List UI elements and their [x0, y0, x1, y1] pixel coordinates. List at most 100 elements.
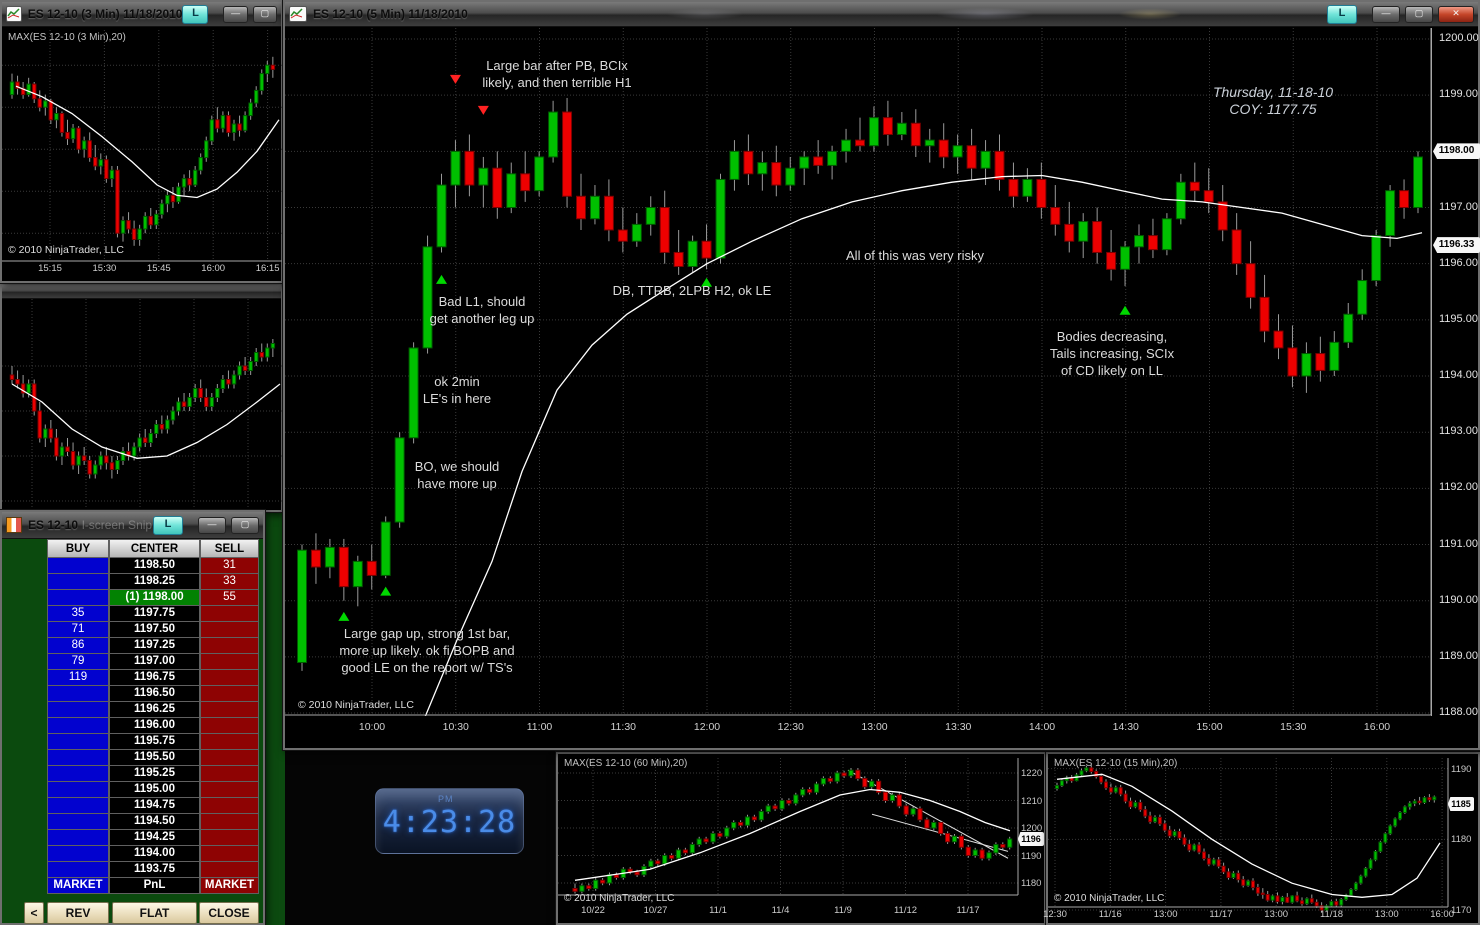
close-position-button[interactable]: CLOSE — [199, 902, 259, 924]
dom-buy-cell[interactable] — [47, 782, 109, 798]
titlebar[interactable]: ES 12-10 (5 Min) 11/18/2010 L — ▢ ✕ — [285, 2, 1478, 27]
last-price-tag: 1196.33 — [1433, 237, 1480, 253]
dom-buy-cell[interactable] — [47, 750, 109, 766]
time-label: 13:00 — [1148, 909, 1184, 920]
dom-sell-cell[interactable] — [200, 830, 259, 846]
chart-canvas[interactable] — [2, 28, 285, 262]
price-label: 1195.00 — [1439, 313, 1478, 325]
dom-buy-cell[interactable] — [47, 830, 109, 846]
time-label: 10/22 — [575, 905, 611, 916]
dom-sell-cell[interactable] — [200, 654, 259, 670]
link-button[interactable]: L — [153, 516, 183, 535]
dom-sell-cell[interactable] — [200, 622, 259, 638]
dom-sell-cell[interactable] — [200, 862, 259, 878]
moving-average-line — [575, 790, 1010, 881]
dom-sell-cell[interactable] — [200, 846, 259, 862]
dom-sell-cell[interactable] — [200, 670, 259, 686]
time-label: 15:45 — [141, 263, 177, 274]
maximize-button[interactable]: ▢ — [231, 517, 259, 534]
dom-sell-cell[interactable] — [200, 798, 259, 814]
dom-sell-cell[interactable] — [200, 782, 259, 798]
dom-buy-cell[interactable]: 71 — [47, 622, 109, 638]
time-axis: 10:0010:3011:0011:3012:0012:3013:0013:30… — [285, 721, 1434, 739]
time-label: 11/17 — [1203, 909, 1239, 920]
copyright-label: © 2010 NinjaTrader, LLC — [1054, 893, 1164, 904]
time-label: 12:30 — [769, 721, 813, 733]
moving-average-line — [12, 384, 280, 458]
dom-sell-cell[interactable]: 55 — [200, 590, 259, 606]
link-button[interactable]: L — [182, 5, 208, 24]
minimize-button[interactable]: — — [198, 517, 226, 534]
dom-buy-cell[interactable] — [47, 574, 109, 590]
minimize-button[interactable]: — — [223, 6, 247, 23]
close-button[interactable]: ✕ — [1438, 6, 1474, 23]
dom-ladder: BUYCENTERSELL1198.50311198.2533(1) 1198.… — [47, 539, 259, 894]
titlebar[interactable]: ES 12-10 l-screen Snip L — ▢ — [2, 512, 263, 539]
dom-buy-cell[interactable] — [47, 846, 109, 862]
dom-price-cell: 1194.75 — [109, 798, 200, 814]
dom-sell-cell[interactable] — [200, 734, 259, 750]
dom-sell-cell[interactable] — [200, 814, 259, 830]
indicator-label: MAX(ES 12-10 (60 Min),20) — [564, 758, 687, 769]
dom-buy-cell[interactable] — [47, 798, 109, 814]
price-label: 1192.00 — [1439, 481, 1478, 493]
dom-sell-cell[interactable] — [200, 606, 259, 622]
time-label: 15:15 — [32, 263, 68, 274]
dom-buy-cell[interactable] — [47, 814, 109, 830]
dom-sell-cell[interactable] — [200, 750, 259, 766]
reverse-button[interactable]: REV — [47, 902, 109, 924]
dom-sell-cell[interactable] — [200, 718, 259, 734]
dom-buy-cell[interactable]: MARKET — [47, 878, 109, 894]
dom-sell-cell[interactable] — [200, 766, 259, 782]
dom-buy-cell[interactable]: 86 — [47, 638, 109, 654]
titlebar[interactable] — [2, 285, 281, 299]
dom-price-cell: 1193.75 — [109, 862, 200, 878]
minimize-button[interactable]: — — [1372, 6, 1400, 23]
clock-period: PM — [438, 794, 454, 804]
dom-sell-cell[interactable] — [200, 702, 259, 718]
dom-price-cell: (1) 1198.00 — [109, 590, 200, 606]
dom-price-cell: 1196.00 — [109, 718, 200, 734]
dom-price-cell: 1195.50 — [109, 750, 200, 766]
dom-icon — [6, 517, 22, 533]
dom-buy-cell[interactable] — [47, 862, 109, 878]
copyright-label: © 2010 NinjaTrader, LLC — [8, 244, 124, 256]
dom-price-cell: 1194.50 — [109, 814, 200, 830]
time-label: 16:00 — [195, 263, 231, 274]
dom-buy-cell[interactable]: 119 — [47, 670, 109, 686]
dom-price-cell: PnL — [109, 878, 200, 894]
maximize-button[interactable]: ▢ — [253, 6, 277, 23]
up-arrow-marker — [701, 278, 712, 287]
price-label: 1194.00 — [1439, 369, 1478, 381]
back-button[interactable]: < — [24, 902, 44, 924]
dom-buy-cell[interactable] — [47, 734, 109, 750]
time-label: 16:15 — [250, 263, 286, 274]
dom-sell-cell[interactable]: MARKET — [200, 878, 259, 894]
dom-buy-cell[interactable]: 35 — [47, 606, 109, 622]
flatten-button[interactable]: FLAT — [112, 902, 197, 924]
price-label: 1189.00 — [1439, 650, 1478, 662]
indicator-label: MAX(ES 12-10 (3 Min),20) — [8, 32, 126, 43]
up-arrow-marker — [338, 612, 349, 621]
dom-buy-cell[interactable] — [47, 686, 109, 702]
time-label: 14:30 — [1104, 721, 1148, 733]
dom-buy-cell[interactable]: 79 — [47, 654, 109, 670]
dom-sell-cell[interactable] — [200, 686, 259, 702]
dom-buy-cell[interactable] — [47, 558, 109, 574]
titlebar[interactable]: ES 12-10 (3 Min) 11/18/2010 L — ▢ — [2, 2, 281, 27]
dom-price-cell: 1196.50 — [109, 686, 200, 702]
dom-price-cell: 1197.00 — [109, 654, 200, 670]
dom-buy-cell[interactable] — [47, 718, 109, 734]
link-button[interactable]: L — [1327, 5, 1357, 24]
time-label: 16:00 — [1424, 909, 1460, 920]
dom-sell-cell[interactable]: 33 — [200, 574, 259, 590]
dom-buy-cell[interactable] — [47, 590, 109, 606]
dom-sell-cell[interactable]: 31 — [200, 558, 259, 574]
time-label: 11/9 — [825, 905, 861, 916]
dom-buy-cell[interactable] — [47, 766, 109, 782]
maximize-button[interactable]: ▢ — [1405, 6, 1433, 23]
dom-buy-cell[interactable] — [47, 702, 109, 718]
dom-sell-cell[interactable] — [200, 638, 259, 654]
chart-canvas[interactable] — [285, 28, 1434, 716]
chart-canvas[interactable] — [2, 298, 285, 512]
